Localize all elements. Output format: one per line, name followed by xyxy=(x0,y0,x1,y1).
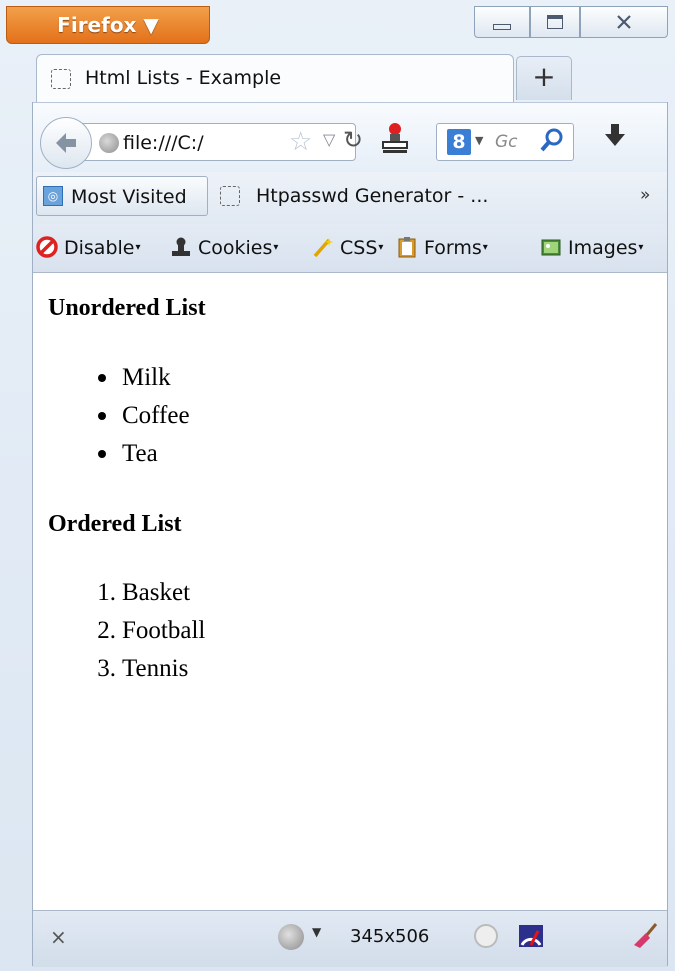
disable-icon xyxy=(36,236,58,258)
caret-down-icon: ▾ xyxy=(638,242,644,253)
status-circle-icon[interactable] xyxy=(474,924,498,948)
search-icon[interactable] xyxy=(539,126,565,160)
list-item: Coffee xyxy=(88,397,190,435)
list-item-text: Basket xyxy=(122,579,191,606)
bookmarks-toolbar: ◎ Most Visited Htpasswd Generator - ... … xyxy=(32,172,668,224)
unordered-list: Milk Coffee Tea xyxy=(88,359,190,473)
url-bar[interactable]: file:///C:/ ☆ ▽ ↻ xyxy=(76,123,363,161)
tab-html-lists[interactable]: Html Lists - Example xyxy=(36,54,514,102)
page-content: Unordered List Milk Coffee Tea Ordered L… xyxy=(32,273,668,910)
forms-menu[interactable]: Forms▾ xyxy=(396,236,488,259)
caret-down-icon: ▾ xyxy=(135,242,141,253)
caret-down-icon: ▾ xyxy=(378,242,384,253)
images-icon xyxy=(541,239,561,256)
list-item: 1. Basket xyxy=(88,574,205,612)
back-arrow-icon xyxy=(56,133,76,153)
search-engine-dropdown-icon[interactable]: ▼ xyxy=(475,134,483,147)
firefox-menu-button[interactable]: Firefox ▼ xyxy=(6,6,210,44)
caret-down-icon[interactable]: ▼ xyxy=(312,925,321,939)
bookmark-star-icon[interactable]: ☆ xyxy=(289,127,312,157)
ordered-list-heading: Ordered List xyxy=(48,511,182,537)
page-icon xyxy=(51,69,71,89)
unordered-list-heading: Unordered List xyxy=(48,295,206,321)
list-item: 2. Football xyxy=(88,612,205,650)
list-number: 3. xyxy=(97,655,116,682)
list-item: 3. Tennis xyxy=(88,650,205,688)
list-item: Milk xyxy=(88,359,190,397)
list-item-text: Tennis xyxy=(122,655,189,682)
close-window-button[interactable] xyxy=(580,6,668,38)
bullet-icon xyxy=(98,374,106,382)
most-visited-label: Most Visited xyxy=(71,186,187,208)
most-visited-icon: ◎ xyxy=(43,186,63,206)
disable-label: Disable xyxy=(64,237,135,259)
minimize-button[interactable] xyxy=(474,6,530,38)
list-number: 2. xyxy=(97,617,116,644)
page-icon xyxy=(220,186,240,206)
list-item-text: Tea xyxy=(122,440,158,467)
cookies-icon xyxy=(172,237,190,256)
window-border-right xyxy=(667,102,668,966)
search-input[interactable]: Gc xyxy=(495,132,518,152)
stamp-icon[interactable] xyxy=(378,121,412,155)
disable-menu[interactable]: Disable▾ xyxy=(36,236,141,259)
tab-title: Html Lists - Example xyxy=(85,67,282,89)
search-bar[interactable]: 8 ▼ Gc xyxy=(436,123,574,161)
list-item-text: Coffee xyxy=(122,402,190,429)
addon-globe-icon[interactable] xyxy=(278,924,304,950)
history-dropdown-icon[interactable]: ▽ xyxy=(323,130,335,149)
bookmarks-overflow-chevron-icon[interactable]: » xyxy=(640,185,650,205)
minimize-icon xyxy=(493,24,511,30)
status-bar: × ▼ 345x506 xyxy=(32,910,668,967)
css-wand-icon xyxy=(313,238,333,258)
window-size-readout: 345x506 xyxy=(350,926,430,947)
images-label: Images xyxy=(568,237,638,259)
caret-down-icon: ▾ xyxy=(482,242,488,253)
list-item-text: Milk xyxy=(122,364,171,391)
window-border-left xyxy=(32,102,33,966)
bullet-icon xyxy=(98,412,106,420)
new-tab-button[interactable]: + xyxy=(516,56,572,100)
close-status-icon[interactable]: × xyxy=(50,925,67,949)
most-visited-button[interactable]: ◎ Most Visited xyxy=(36,176,208,216)
list-item-text: Football xyxy=(122,617,206,644)
bullet-icon xyxy=(98,450,106,458)
page-speed-icon[interactable] xyxy=(516,921,546,951)
cookies-label: Cookies xyxy=(198,237,273,259)
caret-down-icon: ▾ xyxy=(273,242,279,253)
list-number: 1. xyxy=(97,579,116,606)
browser-window: Firefox ▼ Html Lists - Example + file://… xyxy=(0,0,675,971)
css-menu[interactable]: CSS▾ xyxy=(312,236,383,259)
site-identity-icon[interactable] xyxy=(99,133,119,153)
forms-clipboard-icon xyxy=(398,237,416,258)
back-button[interactable] xyxy=(40,117,92,169)
url-text[interactable]: file:///C:/ xyxy=(123,132,204,154)
broom-icon[interactable] xyxy=(630,921,660,951)
downloads-icon[interactable] xyxy=(602,121,628,158)
bookmark-htpasswd-generator[interactable]: Htpasswd Generator - ... xyxy=(256,185,488,207)
maximize-icon xyxy=(547,15,563,29)
navigation-toolbar: file:///C:/ ☆ ▽ ↻ 8 ▼ Gc xyxy=(32,102,668,173)
reload-icon[interactable]: ↻ xyxy=(343,126,363,154)
css-label: CSS xyxy=(340,237,378,259)
window-controls xyxy=(474,6,668,40)
web-developer-toolbar: Disable▾ Cookies▾ CSS▾ Forms▾ Images▾ xyxy=(32,224,668,273)
close-icon xyxy=(617,15,631,29)
images-menu[interactable]: Images▾ xyxy=(540,236,643,259)
google-search-engine-icon[interactable]: 8 xyxy=(447,129,471,155)
forms-label: Forms xyxy=(424,237,482,259)
list-item: Tea xyxy=(88,435,190,473)
maximize-button[interactable] xyxy=(530,6,580,38)
ordered-list: 1. Basket 2. Football 3. Tennis xyxy=(88,574,205,688)
cookies-menu[interactable]: Cookies▾ xyxy=(170,236,278,259)
